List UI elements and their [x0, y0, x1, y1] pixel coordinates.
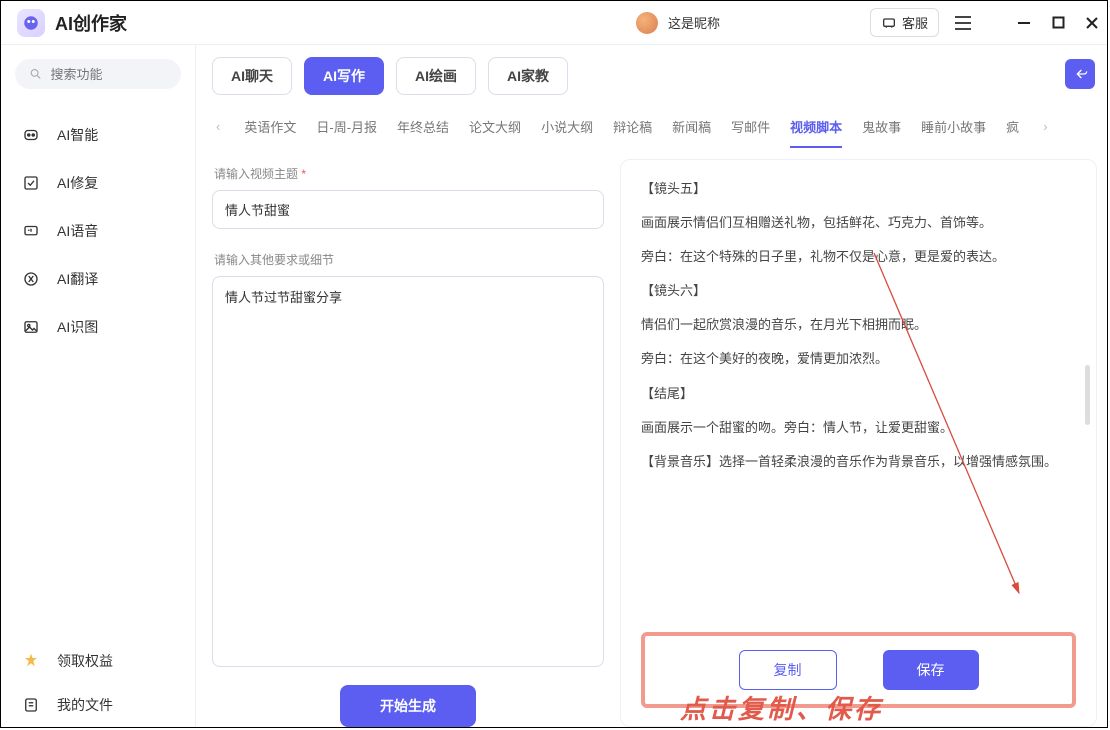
detail-label: 请输入其他要求或细节 — [214, 251, 604, 268]
sidebar-item-ai-voice[interactable]: AI语音 — [15, 207, 181, 255]
search-input[interactable] — [51, 67, 168, 82]
file-icon — [21, 695, 41, 715]
output-line: 旁白：在这个特殊的日子里，礼物不仅是心意，更是爱的表达。 — [641, 246, 1070, 268]
voice-icon — [21, 221, 41, 241]
cat-ghost[interactable]: 鬼故事 — [862, 117, 901, 136]
scroll-right-icon[interactable]: › — [1039, 119, 1051, 134]
output-line: 画面展示情侣们互相赠送礼物，包括鲜花、巧克力、首饰等。 — [641, 212, 1070, 234]
form-panel: 请输入视频主题 情人节甜蜜 请输入其他要求或细节 开始生成 — [212, 159, 604, 727]
sidebar-item-files[interactable]: 我的文件 — [15, 683, 181, 727]
minimize-button[interactable] — [1017, 16, 1031, 30]
app-logo — [17, 9, 45, 37]
theme-input[interactable]: 情人节甜蜜 — [212, 190, 604, 229]
sidebar-item-label: 我的文件 — [57, 695, 113, 715]
translate-icon — [21, 269, 41, 289]
cat-news[interactable]: 新闻稿 — [672, 117, 711, 136]
output-text: 【镜头五】 画面展示情侣们互相赠送礼物，包括鲜花、巧克力、首饰等。 旁白：在这个… — [641, 178, 1076, 622]
image-icon — [21, 317, 41, 337]
gift-icon — [21, 651, 41, 671]
cat-report[interactable]: 日-周-月报 — [316, 117, 377, 136]
sidebar-item-label: AI翻译 — [57, 269, 98, 289]
cat-summary[interactable]: 年终总结 — [397, 117, 449, 136]
sidebar-item-benefits[interactable]: 领取权益 — [15, 639, 181, 683]
category-tabs: ‹ 英语作文 日-周-月报 年终总结 论文大纲 小说大纲 辩论稿 新闻稿 写邮件… — [212, 103, 1097, 147]
cat-crazy[interactable]: 疯 — [1006, 117, 1019, 136]
save-button[interactable]: 保存 — [883, 650, 979, 690]
cat-thesis[interactable]: 论文大纲 — [469, 117, 521, 136]
copy-button[interactable]: 复制 — [739, 650, 837, 690]
output-panel: 【镜头五】 画面展示情侣们互相赠送礼物，包括鲜花、巧克力、首饰等。 旁白：在这个… — [620, 159, 1097, 727]
sidebar-item-ai-image[interactable]: AI识图 — [15, 303, 181, 351]
tab-chat[interactable]: AI聊天 — [212, 57, 292, 95]
sidebar-item-label: AI智能 — [57, 125, 98, 145]
main-area: AI聊天 AI写作 AI绘画 AI家教 ‹ 英语作文 日-周-月报 年终总结 论… — [196, 45, 1107, 727]
sidebar-item-ai-smart[interactable]: AI智能 — [15, 111, 181, 159]
cat-debate[interactable]: 辩论稿 — [613, 117, 652, 136]
titlebar: AI创作家 这是昵称 客服 — [1, 1, 1107, 45]
tab-paint[interactable]: AI绘画 — [396, 57, 476, 95]
detail-textarea[interactable] — [212, 276, 604, 667]
output-line: 情侣们一起欣赏浪漫的音乐，在月光下相拥而眠。 — [641, 314, 1070, 336]
sidebar-item-label: AI识图 — [57, 317, 98, 337]
cat-email[interactable]: 写邮件 — [731, 117, 770, 136]
search-box[interactable] — [15, 59, 181, 89]
tab-tutor[interactable]: AI家教 — [488, 57, 568, 95]
menu-icon[interactable] — [949, 9, 977, 37]
generate-button[interactable]: 开始生成 — [340, 685, 476, 727]
sidebar-item-label: 领取权益 — [57, 651, 113, 671]
sidebar: AI智能 AI修复 AI语音 AI翻译 AI识图 — [1, 45, 196, 727]
cat-english[interactable]: 英语作文 — [244, 117, 296, 136]
theme-label: 请输入视频主题 — [214, 165, 604, 182]
annotation-text: 点击复制、保存 — [680, 689, 883, 726]
output-line: 画面展示一个甜蜜的吻。旁白：情人节，让爱更甜蜜。 — [641, 417, 1070, 439]
output-line: 【结尾】 — [641, 383, 1070, 405]
return-button[interactable] — [1065, 59, 1095, 89]
window-controls — [1017, 16, 1099, 30]
sidebar-item-ai-repair[interactable]: AI修复 — [15, 159, 181, 207]
sidebar-item-ai-translate[interactable]: AI翻译 — [15, 255, 181, 303]
sidebar-item-label: AI语音 — [57, 221, 98, 241]
close-button[interactable] — [1085, 16, 1099, 30]
sidebar-item-label: AI修复 — [57, 173, 98, 193]
output-line: 【镜头六】 — [641, 280, 1070, 302]
user-avatar[interactable] — [636, 12, 658, 34]
scroll-left-icon[interactable]: ‹ — [212, 119, 224, 134]
top-tabs: AI聊天 AI写作 AI绘画 AI家教 — [212, 57, 1097, 95]
app-name: AI创作家 — [55, 10, 127, 36]
support-label: 客服 — [902, 13, 928, 32]
output-line: 【镜头五】 — [641, 178, 1070, 200]
user-nickname: 这是昵称 — [668, 13, 720, 32]
repair-icon — [21, 173, 41, 193]
maximize-button[interactable] — [1051, 16, 1065, 30]
smart-icon — [21, 125, 41, 145]
scrollbar-thumb[interactable] — [1085, 365, 1090, 425]
tab-write[interactable]: AI写作 — [304, 57, 384, 95]
output-line: 【背景音乐】选择一首轻柔浪漫的音乐作为背景音乐，以增强情感氛围。 — [641, 451, 1070, 473]
cat-bedtime[interactable]: 睡前小故事 — [921, 117, 986, 136]
output-line: 旁白：在这个美好的夜晚，爱情更加浓烈。 — [641, 348, 1070, 370]
cat-video-script[interactable]: 视频脚本 — [790, 117, 842, 136]
cat-novel[interactable]: 小说大纲 — [541, 117, 593, 136]
support-button[interactable]: 客服 — [870, 8, 939, 37]
